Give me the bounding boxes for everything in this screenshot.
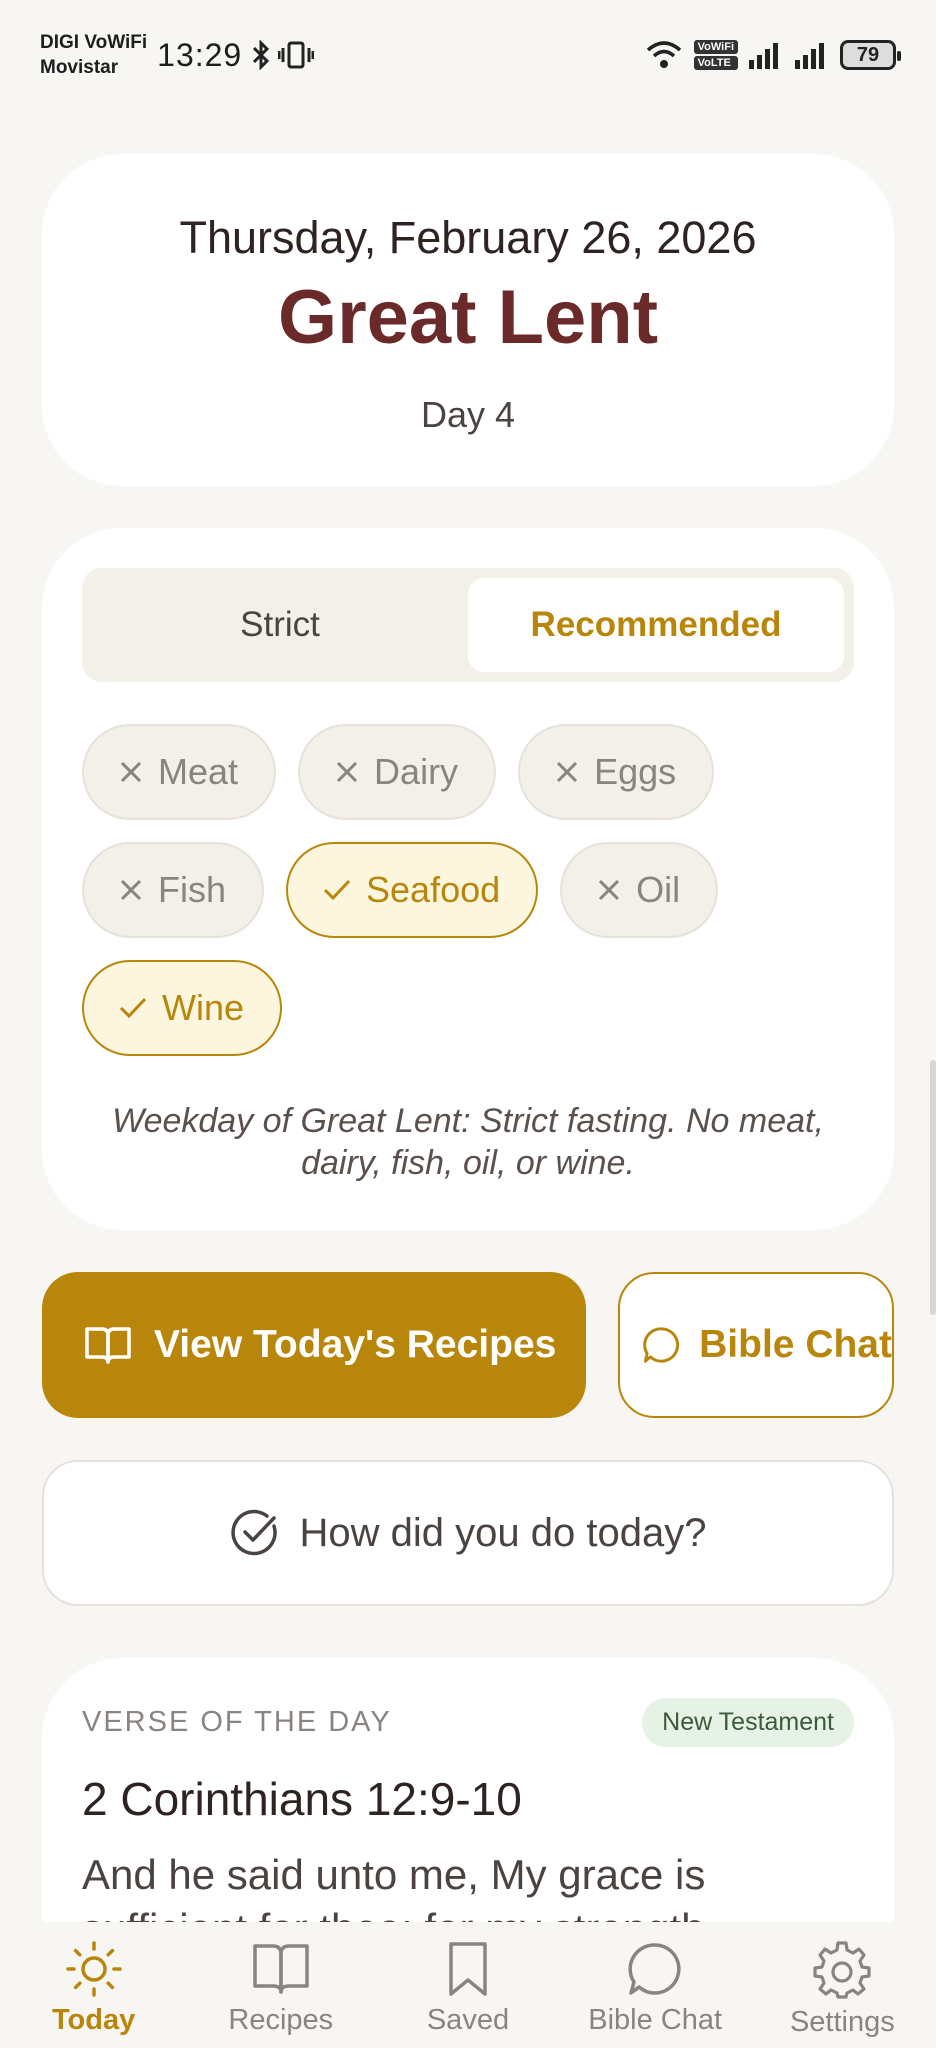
food-chip-label: Wine <box>162 987 245 1028</box>
nav-label: Saved <box>426 2004 510 2036</box>
food-chip-label: Meat <box>158 751 239 792</box>
nav-settings[interactable]: Settings <box>757 1940 927 2039</box>
season-day: Day 4 <box>420 394 516 435</box>
nav-label: Today <box>51 2004 136 2036</box>
bible-chat-label: Bible Chat <box>699 1323 892 1366</box>
food-chip-seafood[interactable]: Seafood <box>286 842 539 938</box>
verse-reference: 2 Corinthians 12:9-10 <box>82 1773 522 1825</box>
vibrate-icon <box>278 41 315 69</box>
status-icons-right: VoWiFi VoLTE 79 <box>644 38 901 72</box>
verse-section-label: VERSE OF THE DAY <box>82 1706 392 1738</box>
status-icons-left <box>250 40 315 70</box>
mode-recommended-button[interactable]: Recommended <box>468 578 844 672</box>
close-icon <box>557 761 578 783</box>
status-time: 13:29 <box>157 36 243 73</box>
view-recipes-label: View Today's Recipes <box>154 1323 557 1366</box>
nav-bible-chat[interactable]: Bible Chat <box>570 1940 740 2037</box>
nav-label: Bible Chat <box>588 2004 723 2036</box>
sun-icon <box>65 1941 122 1997</box>
book-icon <box>253 1944 309 1994</box>
check-icon <box>119 997 147 1019</box>
view-recipes-button[interactable]: View Today's Recipes <box>42 1272 586 1418</box>
daily-checkin-label: How did you do today? <box>299 1510 707 1555</box>
book-open-icon <box>85 1327 131 1364</box>
close-icon <box>120 879 142 901</box>
nav-saved[interactable]: Saved <box>383 1940 553 2037</box>
bluetooth-icon <box>253 40 270 70</box>
network-badges: VoWiFi VoLTE <box>693 40 738 70</box>
chat-bubble-icon <box>628 1943 681 1995</box>
gear-icon <box>813 1941 871 1999</box>
signal-icon-sim1 <box>749 43 778 69</box>
status-bar: DIGI VoWiFi Movistar 13:29 VoWiFi VoLTE … <box>0 0 936 110</box>
daily-checkin-button[interactable]: How did you do today? <box>42 1460 894 1606</box>
food-chip-label: Eggs <box>594 751 677 792</box>
wifi-icon <box>646 41 681 68</box>
fasting-mode-toggle: Strict Recommended <box>82 568 854 682</box>
food-chip-label: Dairy <box>374 751 459 792</box>
check-icon <box>323 879 351 901</box>
fasting-description: Weekday of Great Lent: Strict fasting. N… <box>112 1102 824 1182</box>
fasting-rules-card: Strict Recommended Meat Dairy Eggs Fish … <box>42 528 894 1230</box>
bible-chat-button[interactable]: Bible Chat <box>618 1272 894 1418</box>
food-chips: Meat Dairy Eggs Fish Seafood Oil Wine <box>82 724 862 1056</box>
nav-label: Recipes <box>228 2004 334 2036</box>
nav-label: Settings <box>789 2006 895 2038</box>
bookmark-icon <box>449 1942 487 1996</box>
chat-bubble-icon <box>643 1327 680 1363</box>
close-icon <box>120 761 142 783</box>
food-chip-dairy[interactable]: Dairy <box>298 724 497 820</box>
season-title: Great Lent <box>277 275 659 360</box>
close-icon <box>599 879 620 901</box>
nav-today[interactable]: Today <box>9 1940 179 2037</box>
food-chip-label: Fish <box>158 869 227 910</box>
check-circle-icon <box>230 1509 277 1556</box>
signal-icon-sim2 <box>795 43 824 69</box>
food-chip-label: Seafood <box>366 869 501 910</box>
food-chip-wine[interactable]: Wine <box>82 960 283 1056</box>
mode-strict-button[interactable]: Strict <box>92 578 468 672</box>
food-chip-oil[interactable]: Oil <box>560 842 719 938</box>
battery-indicator: 79 <box>840 40 901 70</box>
vowifi-badge: VoWiFi <box>693 40 738 54</box>
carrier-primary: DIGI VoWiFi <box>40 32 148 53</box>
carrier-info: DIGI VoWiFi Movistar <box>40 30 147 80</box>
date-card: Thursday, February 26, 2026 Great Lent D… <box>42 154 894 486</box>
page-scrollbar[interactable] <box>930 1060 936 1315</box>
nav-recipes[interactable]: Recipes <box>196 1940 366 2037</box>
testament-badge: New Testament <box>642 1698 854 1747</box>
carrier-secondary: Movistar <box>40 57 119 78</box>
close-icon <box>336 761 358 783</box>
current-date: Thursday, February 26, 2026 <box>179 212 757 263</box>
bottom-navigation: Today Recipes Saved Bible Chat Settings <box>0 1922 936 2048</box>
food-chip-label: Oil <box>636 869 681 910</box>
volte-badge: VoLTE <box>693 56 738 70</box>
food-chip-eggs[interactable]: Eggs <box>518 724 715 820</box>
food-chip-fish[interactable]: Fish <box>82 842 265 938</box>
food-chip-meat[interactable]: Meat <box>82 724 277 820</box>
